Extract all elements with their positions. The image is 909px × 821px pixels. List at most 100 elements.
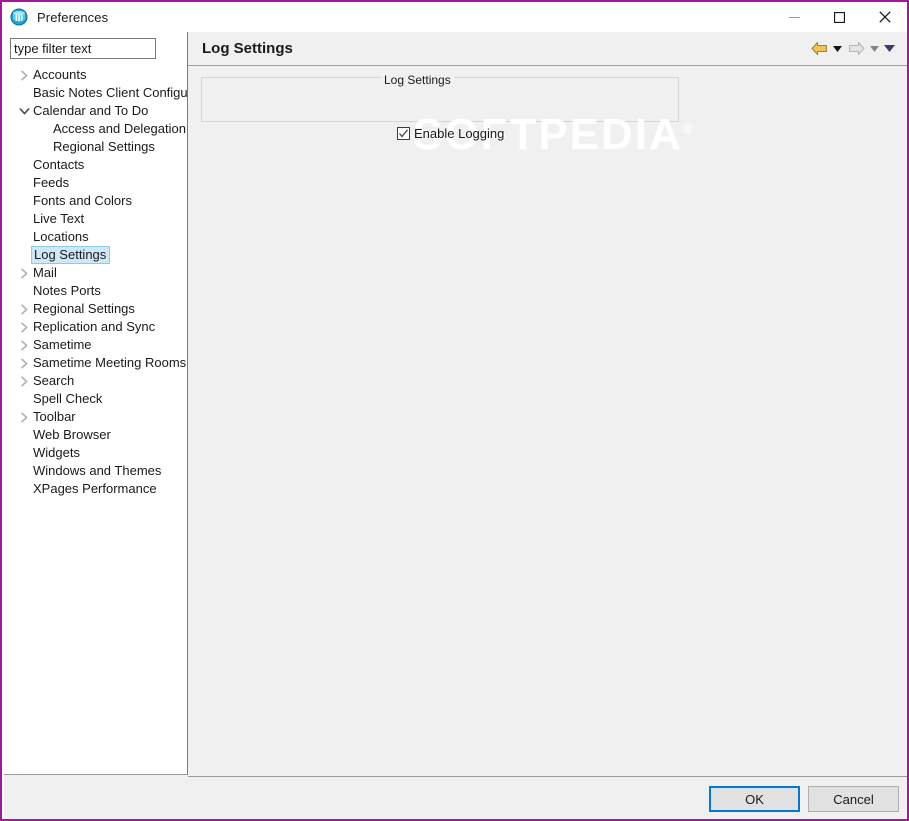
chevron-down-icon[interactable]: [16, 102, 32, 120]
tree-item-label: Sametime Meeting Rooms: [33, 355, 187, 370]
button-bar-left-filler: [4, 775, 188, 819]
tree-item-regional-settings[interactable]: Regional Settings: [4, 138, 187, 156]
chevron-right-icon[interactable]: [16, 408, 32, 426]
enable-logging-checkbox-row[interactable]: Enable Logging: [397, 126, 504, 141]
tree-item-label: Basic Notes Client Configura: [33, 85, 187, 100]
tree-item-contacts[interactable]: Contacts: [4, 156, 187, 174]
back-dropdown-icon[interactable]: [830, 38, 845, 60]
tree-item-label: Fonts and Colors: [33, 193, 132, 208]
filter-input[interactable]: [10, 38, 156, 59]
ok-button[interactable]: OK: [709, 786, 800, 812]
tree-item-accounts[interactable]: Accounts: [4, 66, 187, 84]
chevron-right-icon[interactable]: [16, 372, 32, 390]
tree-item-label: Regional Settings: [53, 139, 155, 154]
preference-page-panel: Log Settings SOFTPEDIA® Log Settings Ena…: [188, 32, 907, 776]
tree-item-sametime[interactable]: Sametime: [4, 336, 187, 354]
tree-item-notes-ports[interactable]: Notes Ports: [4, 282, 187, 300]
tree-item-label: Locations: [33, 229, 89, 244]
tree-item-label: Sametime: [33, 337, 92, 352]
watermark-registered-mark: ®: [682, 121, 695, 137]
tree-item-access-and-delegation[interactable]: Access and Delegation: [4, 120, 187, 138]
tree-item-label: Regional Settings: [33, 301, 135, 316]
preferences-window: Preferences Accounts Basic Notes Client C…: [0, 0, 909, 821]
tree-item-label: Replication and Sync: [33, 319, 156, 334]
tree-item-live-text[interactable]: Live Text: [4, 210, 187, 228]
tree-item-label: Windows and Themes: [33, 463, 162, 478]
tree-item-calendar-and-to-do[interactable]: Calendar and To Do: [4, 102, 187, 120]
tree-item-label: Spell Check: [33, 391, 103, 406]
tree-item-sametime-meeting-rooms[interactable]: Sametime Meeting Rooms: [4, 354, 187, 372]
tree-item-mail[interactable]: Mail: [4, 264, 187, 282]
tree-item-search[interactable]: Search: [4, 372, 187, 390]
tree-item-feeds[interactable]: Feeds: [4, 174, 187, 192]
tree-item-toolbar[interactable]: Toolbar: [4, 408, 187, 426]
enable-logging-checkbox[interactable]: [397, 127, 410, 140]
chevron-right-icon[interactable]: [16, 354, 32, 372]
chevron-right-icon[interactable]: [16, 66, 32, 84]
tree-item-label: Access and Delegation: [53, 121, 186, 136]
forward-arrow-icon: [845, 38, 867, 60]
tree-item-label: Widgets: [33, 445, 80, 460]
minimize-button[interactable]: [772, 2, 817, 32]
tree-item-log-settings[interactable]: Log Settings: [4, 246, 187, 264]
preferences-tree[interactable]: Accounts Basic Notes Client Configura Cale…: [4, 66, 187, 742]
close-button[interactable]: [862, 2, 907, 32]
chevron-right-icon[interactable]: [16, 318, 32, 336]
tree-item-widgets[interactable]: Widgets: [4, 444, 187, 462]
tree-item-fonts-and-colors[interactable]: Fonts and Colors: [4, 192, 187, 210]
window-title: Preferences: [37, 9, 109, 25]
page-title: Log Settings: [202, 40, 293, 57]
back-arrow-icon[interactable]: [808, 38, 830, 60]
tree-item-label: Feeds: [33, 175, 70, 190]
tree-item-label: Search: [33, 373, 75, 388]
page-header: Log Settings: [188, 32, 907, 66]
tree-item-label: Log Settings: [31, 246, 111, 264]
tree-item-basic-notes-client-configura[interactable]: Basic Notes Client Configura: [4, 84, 187, 102]
chevron-right-icon[interactable]: [16, 300, 32, 318]
chevron-right-icon[interactable]: [16, 264, 32, 282]
tree-item-regional-settings[interactable]: Regional Settings: [4, 300, 187, 318]
tree-item-label: Accounts: [33, 67, 87, 82]
enable-logging-label: Enable Logging: [414, 126, 505, 141]
dialog-button-bar: OK Cancel: [188, 776, 907, 819]
preferences-tree-panel: Accounts Basic Notes Client Configura Cale…: [4, 32, 187, 799]
chevron-right-icon[interactable]: [16, 336, 32, 354]
notes-preferences-icon: [10, 8, 28, 26]
tree-item-replication-and-sync[interactable]: Replication and Sync: [4, 318, 187, 336]
title-bar: Preferences: [2, 2, 907, 32]
tree-item-label: Live Text: [33, 211, 85, 226]
page-menu-dropdown-icon[interactable]: [882, 38, 897, 60]
tree-item-web-browser[interactable]: Web Browser: [4, 426, 187, 444]
tree-item-label: XPages Performance: [33, 481, 157, 496]
tree-item-label: Calendar and To Do: [33, 103, 149, 118]
forward-dropdown-icon: [867, 38, 882, 60]
page-navigation-buttons: [808, 38, 897, 60]
tree-item-label: Contacts: [33, 157, 85, 172]
window-controls: [772, 2, 907, 32]
tree-item-locations[interactable]: Locations: [4, 228, 187, 246]
maximize-button[interactable]: [817, 2, 862, 32]
cancel-button[interactable]: Cancel: [808, 786, 899, 812]
tree-item-spell-check[interactable]: Spell Check: [4, 390, 187, 408]
tree-item-windows-and-themes[interactable]: Windows and Themes: [4, 462, 187, 480]
tree-item-label: Notes Ports: [33, 283, 101, 298]
tree-item-label: Mail: [33, 265, 57, 280]
tree-item-label: Toolbar: [33, 409, 76, 424]
tree-item-xpages-performance[interactable]: XPages Performance: [4, 480, 187, 498]
group-box-legend: Log Settings: [381, 74, 454, 86]
